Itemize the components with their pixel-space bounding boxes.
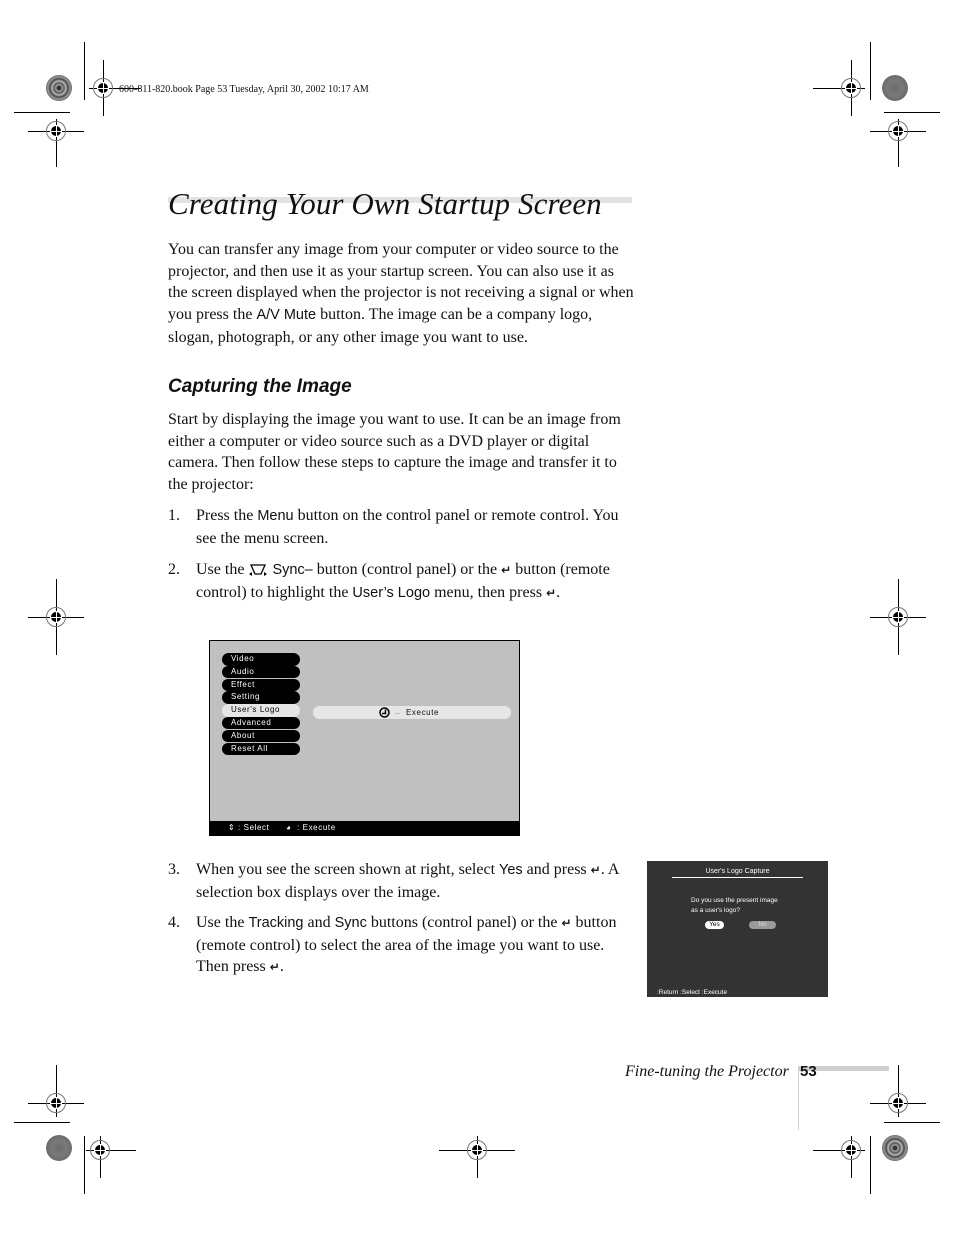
- enter-icon: ↵: [561, 916, 572, 930]
- tracking-key-label: Tracking: [248, 915, 304, 931]
- av-mute-label: A/V Mute: [256, 307, 317, 324]
- up-down-icon: ⇕: [228, 823, 236, 832]
- color-target-icon: [46, 75, 72, 101]
- enter-button-icon: [379, 707, 390, 718]
- menu-footer: ⇕ : Select ◕ : Execute: [210, 821, 519, 835]
- yes-button: Yes: [705, 921, 724, 929]
- yes-label: Yes: [499, 862, 523, 878]
- step-number: 2.: [168, 561, 180, 578]
- crop-line: [14, 1122, 70, 1123]
- menu-item-effect: Effect: [222, 678, 300, 692]
- no-button: No: [749, 921, 776, 929]
- enter-icon: ↵: [590, 863, 601, 877]
- execute-label: Execute: [406, 708, 440, 717]
- print-slug: 600-811-820.book Page 53 Tuesday, April …: [119, 84, 369, 95]
- color-target-icon: [882, 75, 908, 101]
- execute-option: → Execute: [313, 706, 511, 719]
- dialog-title: User's Logo Capture: [705, 868, 770, 875]
- color-target-icon: [46, 1135, 72, 1161]
- crop-line: [870, 42, 871, 100]
- step-text: Use the Sync– button (control panel) or …: [196, 561, 610, 601]
- crop-line: [14, 112, 70, 113]
- enter-button-icon: ◕: [286, 823, 292, 832]
- enter-icon: ↵: [269, 960, 280, 975]
- keystone-icon: [249, 564, 268, 576]
- step-number: 3.: [168, 861, 180, 878]
- users-logo-label: User’s Logo: [352, 584, 431, 601]
- step-number: 4.: [168, 914, 180, 931]
- menu-item-users-logo: User's Logo: [222, 704, 300, 717]
- section-intro: Start by displaying the image you want t…: [168, 411, 621, 494]
- menu-item-setting: Setting: [222, 691, 300, 704]
- sync-key-label: Sync: [334, 915, 367, 931]
- menu-item-audio: Audio: [222, 665, 300, 679]
- step-number: 1.: [168, 507, 180, 524]
- footer-execute-label: : Execute: [297, 823, 336, 832]
- capture-dialog-figure: User's Logo Capture Do you use the prese…: [647, 861, 828, 997]
- step-text: When you see the screen shown at right, …: [196, 861, 619, 901]
- arrow-right-icon: →: [393, 708, 402, 717]
- menu-key-label: Menu: [257, 508, 294, 524]
- crop-line: [870, 1136, 871, 1194]
- menu-item-video: Video: [222, 653, 300, 666]
- footer-select-label: : Select: [238, 823, 270, 832]
- menu-item-reset-all: Reset All: [222, 742, 300, 756]
- title-underline: [672, 877, 803, 878]
- color-target-icon: [882, 1135, 908, 1161]
- intro-paragraph: You can transfer any image from your com…: [168, 239, 634, 349]
- question-line: as a user's logo?: [691, 907, 740, 914]
- crop-line: [884, 1122, 940, 1123]
- enter-icon: ↵: [501, 563, 512, 577]
- crop-line: [84, 42, 85, 100]
- crop-line: [884, 112, 940, 113]
- menu-screen-figure: Video Audio Effect Setting User's Logo A…: [209, 640, 520, 836]
- enter-icon: ↵: [546, 585, 557, 600]
- menu-list: Video Audio Effect Setting User's Logo A…: [222, 653, 300, 756]
- section-heading: Capturing the Image: [168, 376, 352, 397]
- menu-item-advanced: Advanced: [222, 716, 300, 730]
- step-text: Use the Tracking and Sync buttons (contr…: [196, 914, 617, 976]
- footer-section-title: Fine-tuning the Projector: [625, 1063, 789, 1080]
- step-text: Press the Menu button on the control pan…: [196, 507, 619, 547]
- sync-key-label: Sync–: [272, 562, 313, 578]
- page-title: Creating Your Own Startup Screen: [168, 186, 602, 221]
- page-number: 53: [800, 1063, 817, 1080]
- menu-item-about: About: [222, 729, 300, 743]
- footer-rule: [798, 1066, 799, 1130]
- crop-line: [84, 1136, 85, 1194]
- question-line: Do you use the present image: [691, 897, 778, 904]
- dialog-question: Do you use the present image as a user's…: [691, 896, 778, 916]
- dialog-footer: :Return :Select :Execute: [657, 989, 728, 996]
